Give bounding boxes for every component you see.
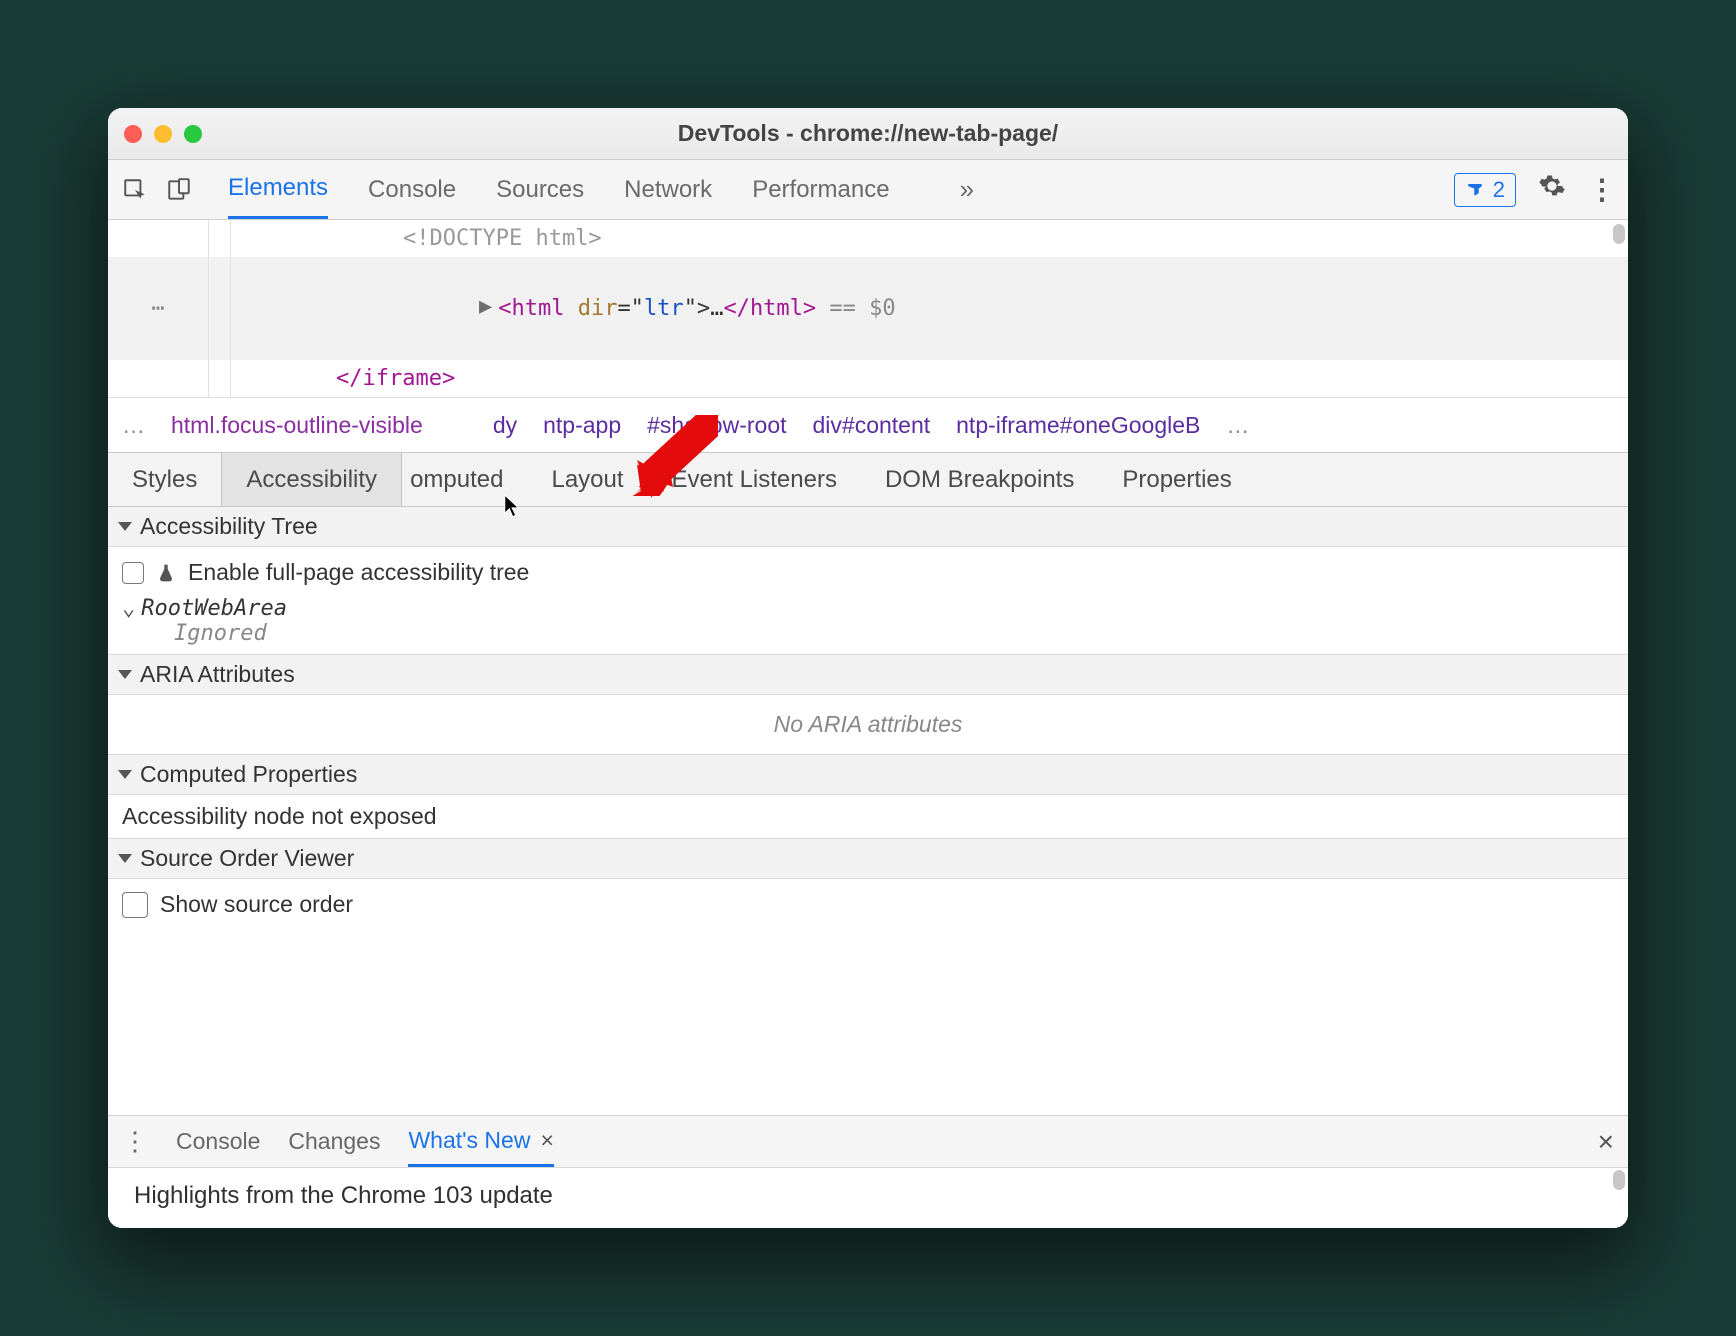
tree-ignored-node[interactable]: Ignored [122,621,1614,646]
crumb-div-content[interactable]: div#content [813,412,931,439]
dom-row[interactable]: <!DOCTYPE html> [108,220,1628,257]
drawer-tab-whats-new[interactable]: What's New × [408,1116,553,1167]
drawer-tab-changes[interactable]: Changes [288,1116,380,1167]
section-computed-head[interactable]: Computed Properties [108,754,1628,795]
sidebar-subtabs: Styles Accessibility omputed Layout Even… [108,453,1628,507]
subtab-styles[interactable]: Styles [108,453,221,506]
dom-row-selected[interactable]: ⋯ ▶<html dir="ltr">…</html> == $0 [108,257,1628,360]
computed-message: Accessibility node not exposed [108,795,1628,838]
gutter-ellipsis-icon[interactable]: ⋯ [108,292,208,325]
tab-elements[interactable]: Elements [228,160,328,219]
scrollbar-thumb-icon[interactable] [1613,1170,1625,1190]
close-drawer-icon[interactable]: × [1598,1126,1614,1158]
caret-down-icon [118,770,132,779]
scrollbar-thumb-icon[interactable] [1613,224,1625,244]
main-tabs: Elements Console Sources Network Perform… [228,160,974,219]
doctype: <!DOCTYPE html> [403,226,602,251]
section-title: Accessibility Tree [140,513,318,540]
drawer-tab-console[interactable]: Console [176,1116,260,1167]
dom-row[interactable]: </iframe> [108,360,1628,397]
subtab-layout[interactable]: Layout [527,453,647,506]
flask-icon [156,562,176,584]
crumb-ntp-app[interactable]: ntp-app [543,412,621,439]
drawer: ⋮ Console Changes What's New × × Highlig… [108,1115,1628,1228]
tab-console[interactable]: Console [368,160,456,219]
tab-network[interactable]: Network [624,160,712,219]
checkbox-show-source-order[interactable] [122,892,148,918]
section-title: Source Order Viewer [140,845,354,872]
checkbox-enable-fullpage-tree[interactable] [122,562,144,584]
subtab-dom-breakpoints[interactable]: DOM Breakpoints [861,453,1098,506]
title-bar: DevTools - chrome://new-tab-page/ [108,108,1628,160]
subtab-event-listeners[interactable]: Event Listeners [648,453,861,506]
section-accessibility-tree-body: Enable full-page accessibility tree ⌄ Ro… [108,547,1628,654]
crumb-html[interactable]: html.focus-outline-visible [171,412,423,439]
drawer-menu-icon[interactable]: ⋮ [122,1126,148,1157]
crumb-ellipsis-right[interactable]: … [1226,412,1249,439]
issues-chip[interactable]: 2 [1454,173,1516,207]
settings-gear-icon[interactable] [1538,172,1566,207]
window-title: DevTools - chrome://new-tab-page/ [108,120,1628,147]
more-tabs-icon[interactable]: » [960,174,974,205]
close-tab-icon[interactable]: × [540,1127,553,1154]
kebab-menu-icon[interactable]: ⋮ [1588,173,1616,206]
section-aria-head[interactable]: ARIA Attributes [108,654,1628,695]
devtools-window: DevTools - chrome://new-tab-page/ Elemen… [108,108,1628,1228]
drawer-tabs: ⋮ Console Changes What's New × × [108,1116,1628,1168]
dom-breadcrumbs: … html.focus-outline-visible dy ntp-app … [108,397,1628,453]
main-toolbar: Elements Console Sources Network Perform… [108,160,1628,220]
drawer-body: Highlights from the Chrome 103 update [108,1168,1628,1228]
crumb-ntp-iframe[interactable]: ntp-iframe#oneGoogleB [956,412,1200,439]
tree-root-node[interactable]: RootWebArea [141,596,287,621]
dom-tree[interactable]: <!DOCTYPE html> ⋯ ▶<html dir="ltr">…</ht… [108,220,1628,397]
expand-triangle-icon[interactable]: ▶ [479,290,492,323]
whats-new-headline: Highlights from the Chrome 103 update [134,1182,553,1209]
guide-line [208,220,209,397]
subtab-computed-partial[interactable]: omputed [402,453,527,506]
inspect-element-icon[interactable] [120,175,150,205]
section-source-order-head[interactable]: Source Order Viewer [108,838,1628,879]
section-title: ARIA Attributes [140,661,295,688]
crumb-ellipsis-left[interactable]: … [122,412,145,439]
crumb-shadow-root[interactable]: #shadow-root [647,412,786,439]
issues-count: 2 [1493,177,1505,203]
caret-down-icon [118,670,132,679]
subtab-properties[interactable]: Properties [1098,453,1255,506]
tab-performance[interactable]: Performance [752,160,889,219]
caret-down-icon [118,854,132,863]
crumb-body-partial[interactable]: dy [449,412,517,438]
tab-sources[interactable]: Sources [496,160,584,219]
checkbox-label: Show source order [160,891,353,918]
section-accessibility-tree-head[interactable]: Accessibility Tree [108,507,1628,547]
checkbox-label: Enable full-page accessibility tree [188,559,529,586]
tree-twist-icon[interactable]: ⌄ [122,596,135,621]
section-source-order-body: Show source order [108,879,1628,930]
caret-down-icon [118,522,132,531]
aria-empty-message: No ARIA attributes [108,695,1628,754]
drawer-tab-label: What's New [408,1127,530,1154]
guide-line [230,220,231,397]
section-title: Computed Properties [140,761,357,788]
device-toolbar-icon[interactable] [164,175,194,205]
subtab-accessibility[interactable]: Accessibility [221,453,402,506]
